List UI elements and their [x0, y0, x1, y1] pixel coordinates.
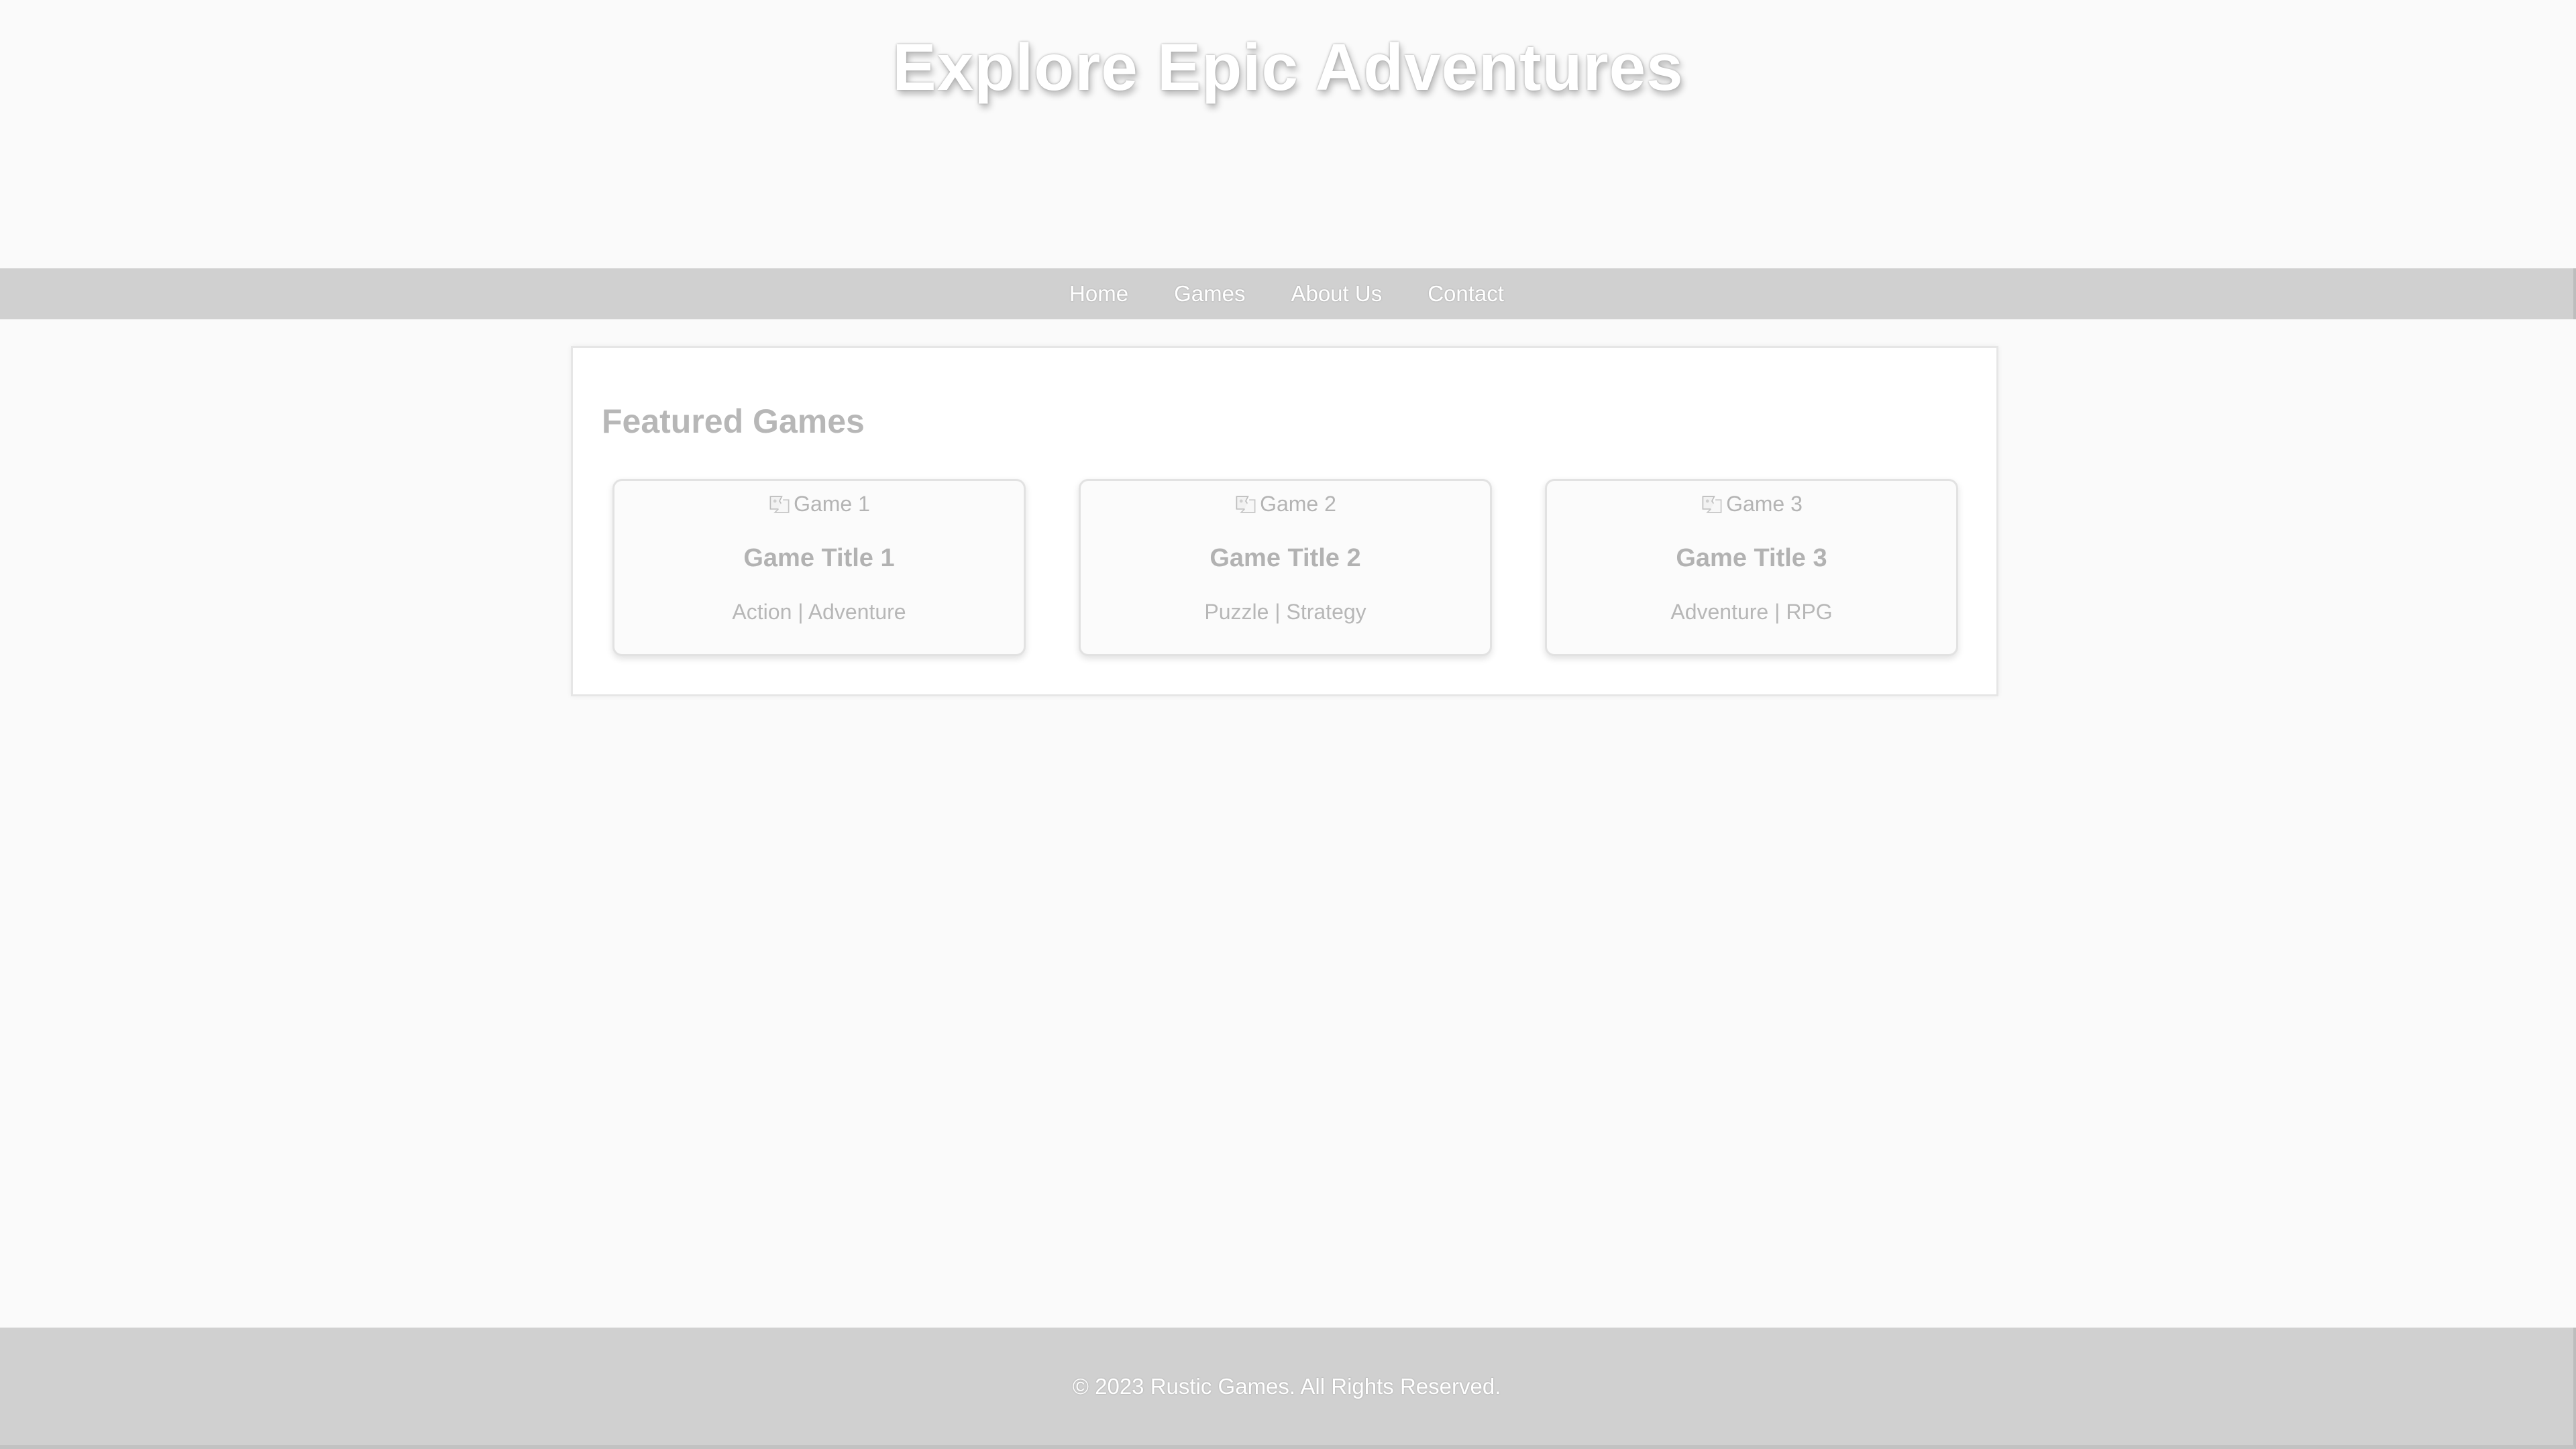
game-image-2: Game 2: [1081, 492, 1490, 517]
game-title-3: Game Title 3: [1676, 544, 1827, 572]
game-card-1[interactable]: Game 1 Game Title 1 Action | Adventure: [612, 479, 1026, 656]
nav-item-home: Home: [1069, 281, 1128, 307]
nav-item-games: Games: [1174, 281, 1245, 307]
game-card-2[interactable]: Game 2 Game Title 2 Puzzle | Strategy: [1079, 479, 1492, 656]
nav-item-about-us: About Us: [1291, 281, 1382, 307]
nav-item-contact: Contact: [1428, 281, 1504, 307]
nav-list: Home Games About Us Contact: [1069, 281, 1504, 307]
game-image-alt-1: Game 1: [794, 492, 870, 516]
site-footer: © 2023 Rustic Games. All Rights Reserved…: [0, 1328, 2576, 1449]
footer-copyright: © 2023 Rustic Games. All Rights Reserved…: [1072, 1373, 1501, 1399]
main-nav: Home Games About Us Contact: [0, 268, 2576, 319]
nav-link-games[interactable]: Games: [1174, 281, 1245, 306]
game-genre-2: Puzzle | Strategy: [1204, 600, 1366, 624]
game-title-1: Game Title 1: [743, 544, 895, 572]
broken-image-icon: [1236, 495, 1256, 513]
nav-link-about-us[interactable]: About Us: [1291, 281, 1382, 306]
broken-image-icon: [769, 495, 790, 513]
page-title: Explore Epic Adventures: [892, 30, 1684, 104]
nav-link-contact[interactable]: Contact: [1428, 281, 1504, 306]
game-image-alt-3: Game 3: [1726, 492, 1803, 516]
game-genre-1: Action | Adventure: [732, 600, 906, 624]
section-heading: Featured Games: [602, 402, 865, 440]
game-title-2: Game Title 2: [1210, 544, 1361, 572]
game-card-3[interactable]: Game 3 Game Title 3 Adventure | RPG: [1545, 479, 1958, 656]
site-header: Explore Epic Adventures: [0, 0, 2576, 268]
game-image-3: Game 3: [1547, 492, 1956, 517]
featured-games-section: Featured Games Game 1 Game Title 1 Actio…: [571, 346, 1998, 696]
game-genre-3: Adventure | RPG: [1670, 600, 1833, 624]
nav-link-home[interactable]: Home: [1069, 281, 1128, 306]
game-image-alt-2: Game 2: [1260, 492, 1336, 516]
broken-image-icon: [1702, 495, 1722, 513]
game-image-1: Game 1: [614, 492, 1024, 517]
